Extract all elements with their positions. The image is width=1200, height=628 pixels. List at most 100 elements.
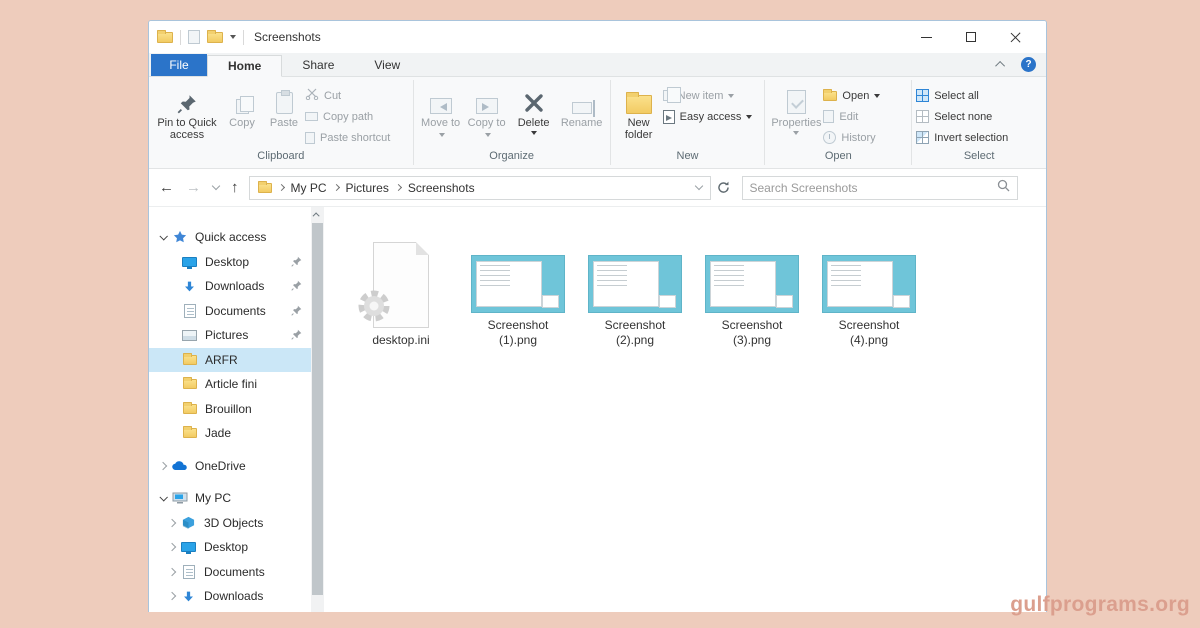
- copy-to-button[interactable]: Copy to: [464, 82, 510, 143]
- chevron-down-icon[interactable]: [155, 495, 170, 501]
- forward-icon[interactable]: →: [186, 180, 201, 195]
- properties-qat-icon[interactable]: [188, 30, 200, 44]
- new-item-button[interactable]: New item: [663, 85, 753, 106]
- breadcrumb-pictures[interactable]: Pictures: [346, 181, 389, 195]
- search-icon[interactable]: [997, 179, 1010, 197]
- back-icon[interactable]: ←: [159, 180, 174, 195]
- move-to-button[interactable]: Move to: [418, 82, 464, 143]
- tab-view[interactable]: View: [354, 54, 420, 76]
- navigation-pane: Quick access Desktop Downloads Documents: [149, 207, 311, 612]
- chevron-right-icon[interactable]: [164, 520, 179, 526]
- file-item-desktop-ini[interactable]: desktop.ini: [352, 232, 450, 348]
- collapse-ribbon-icon[interactable]: [995, 61, 1005, 71]
- sidebar-item-pc-documents[interactable]: Documents: [149, 560, 311, 585]
- sidebar-item-quick-access[interactable]: Quick access: [149, 225, 311, 250]
- file-list-area[interactable]: desktop.ini Screenshot (1).png: [324, 207, 1046, 612]
- chevron-right-icon[interactable]: [164, 593, 179, 599]
- open-button[interactable]: Open: [823, 85, 880, 106]
- sidebar-item-downloads[interactable]: Downloads: [149, 274, 311, 299]
- invert-selection-button[interactable]: Invert selection: [916, 127, 1008, 148]
- gear-icon: [354, 286, 394, 331]
- sidebar-item-pc-downloads[interactable]: Downloads: [149, 584, 311, 609]
- breadcrumb-screenshots[interactable]: Screenshots: [408, 181, 475, 195]
- new-folder-qat-icon[interactable]: [207, 32, 223, 43]
- tab-file[interactable]: File: [151, 54, 207, 76]
- select-none-button[interactable]: Select none: [916, 106, 1008, 127]
- sidebar-item-pc-music[interactable]: Music: [149, 609, 311, 613]
- recent-locations-caret-icon[interactable]: [212, 181, 220, 189]
- address-bar[interactable]: My PC Pictures Screenshots: [249, 176, 711, 200]
- close-icon[interactable]: [1010, 31, 1022, 43]
- pin-icon: [291, 329, 302, 343]
- document-icon: [179, 565, 198, 579]
- properties-button[interactable]: Properties: [769, 82, 823, 137]
- picture-icon: [180, 330, 199, 341]
- refresh-icon[interactable]: [717, 181, 730, 194]
- sidebar-item-label: Documents: [204, 565, 265, 579]
- up-icon[interactable]: ↑: [231, 180, 239, 195]
- breadcrumb-chevron-icon[interactable]: [395, 184, 402, 191]
- chevron-down-icon[interactable]: [155, 234, 170, 240]
- chevron-right-icon[interactable]: [164, 569, 179, 575]
- customize-qat-caret-icon[interactable]: [230, 35, 236, 39]
- sidebar-item-jade[interactable]: Jade: [149, 421, 311, 446]
- rename-button[interactable]: Rename: [558, 82, 606, 131]
- breadcrumb-my-pc[interactable]: My PC: [291, 181, 327, 195]
- sidebar-item-my-pc[interactable]: My PC: [149, 486, 311, 511]
- ini-file-sheet-icon: [373, 242, 429, 328]
- downloads-arrow-icon: [180, 280, 199, 293]
- sidebar-item-brouillon[interactable]: Brouillon: [149, 397, 311, 422]
- chevron-right-icon[interactable]: [164, 544, 179, 550]
- ribbon-group-organize: Move to Copy to Delete Rename: [414, 77, 610, 168]
- quick-access-toolbar: [157, 30, 244, 45]
- sidebar-item-article-fini[interactable]: Article fini: [149, 372, 311, 397]
- sidebar-scrollbar[interactable]: [311, 207, 324, 612]
- sidebar-item-onedrive[interactable]: OneDrive: [149, 454, 311, 479]
- sidebar-item-pc-desktop[interactable]: Desktop: [149, 535, 311, 560]
- address-dropdown-caret-icon[interactable]: [694, 181, 702, 189]
- window-controls: [921, 31, 1038, 43]
- scrollbar-thumb[interactable]: [312, 223, 323, 595]
- pin-to-quick-access-button[interactable]: Pin to Quick access: [153, 82, 221, 143]
- pushpin-icon: [177, 84, 197, 114]
- file-item-screenshot-1[interactable]: Screenshot (1).png: [469, 217, 567, 348]
- sidebar-item-desktop[interactable]: Desktop: [149, 250, 311, 275]
- clipboard-small-buttons: Cut Copy path Paste shortcut: [305, 82, 390, 148]
- sidebar-group-gap: [149, 446, 311, 454]
- pin-icon: [291, 256, 302, 270]
- paste-button[interactable]: Paste: [263, 82, 305, 131]
- paste-shortcut-icon: [305, 132, 315, 144]
- search-input[interactable]: [750, 181, 997, 195]
- help-icon[interactable]: [1021, 57, 1036, 72]
- breadcrumb-chevron-icon[interactable]: [332, 184, 339, 191]
- scrollbar-up-arrow-icon[interactable]: [311, 207, 324, 222]
- copy-button[interactable]: Copy: [221, 82, 263, 131]
- minimize-icon[interactable]: [921, 37, 932, 38]
- new-item-caret-icon: [728, 94, 734, 98]
- sidebar-item-pictures[interactable]: Pictures: [149, 323, 311, 348]
- sidebar-item-3d-objects[interactable]: 3D Objects: [149, 511, 311, 536]
- maximize-icon[interactable]: [966, 32, 976, 42]
- sidebar-item-documents[interactable]: Documents: [149, 299, 311, 324]
- breadcrumb-chevron-icon[interactable]: [277, 184, 284, 191]
- explorer-body: Quick access Desktop Downloads Documents: [149, 207, 1046, 612]
- select-all-button[interactable]: Select all: [916, 85, 1008, 106]
- delete-button[interactable]: Delete: [510, 82, 558, 137]
- file-item-screenshot-3[interactable]: Screenshot (3).png: [703, 217, 801, 348]
- copy-path-button[interactable]: Copy path: [305, 106, 390, 127]
- file-label-line1: Screenshot: [839, 318, 900, 333]
- new-folder-button[interactable]: New folder: [615, 82, 663, 143]
- tab-share[interactable]: Share: [282, 54, 354, 76]
- button-label: Paste: [270, 117, 298, 129]
- edit-button[interactable]: Edit: [823, 106, 880, 127]
- easy-access-button[interactable]: Easy access: [663, 106, 753, 127]
- chevron-right-icon[interactable]: [155, 463, 170, 469]
- tab-home[interactable]: Home: [207, 55, 282, 77]
- paste-shortcut-button[interactable]: Paste shortcut: [305, 127, 390, 148]
- file-item-screenshot-2[interactable]: Screenshot (2).png: [586, 217, 684, 348]
- cut-button[interactable]: Cut: [305, 85, 390, 106]
- sidebar-item-label: Documents: [205, 304, 266, 318]
- sidebar-item-arfr[interactable]: ARFR: [149, 348, 311, 373]
- file-item-screenshot-4[interactable]: Screenshot (4).png: [820, 217, 918, 348]
- history-button[interactable]: History: [823, 127, 880, 148]
